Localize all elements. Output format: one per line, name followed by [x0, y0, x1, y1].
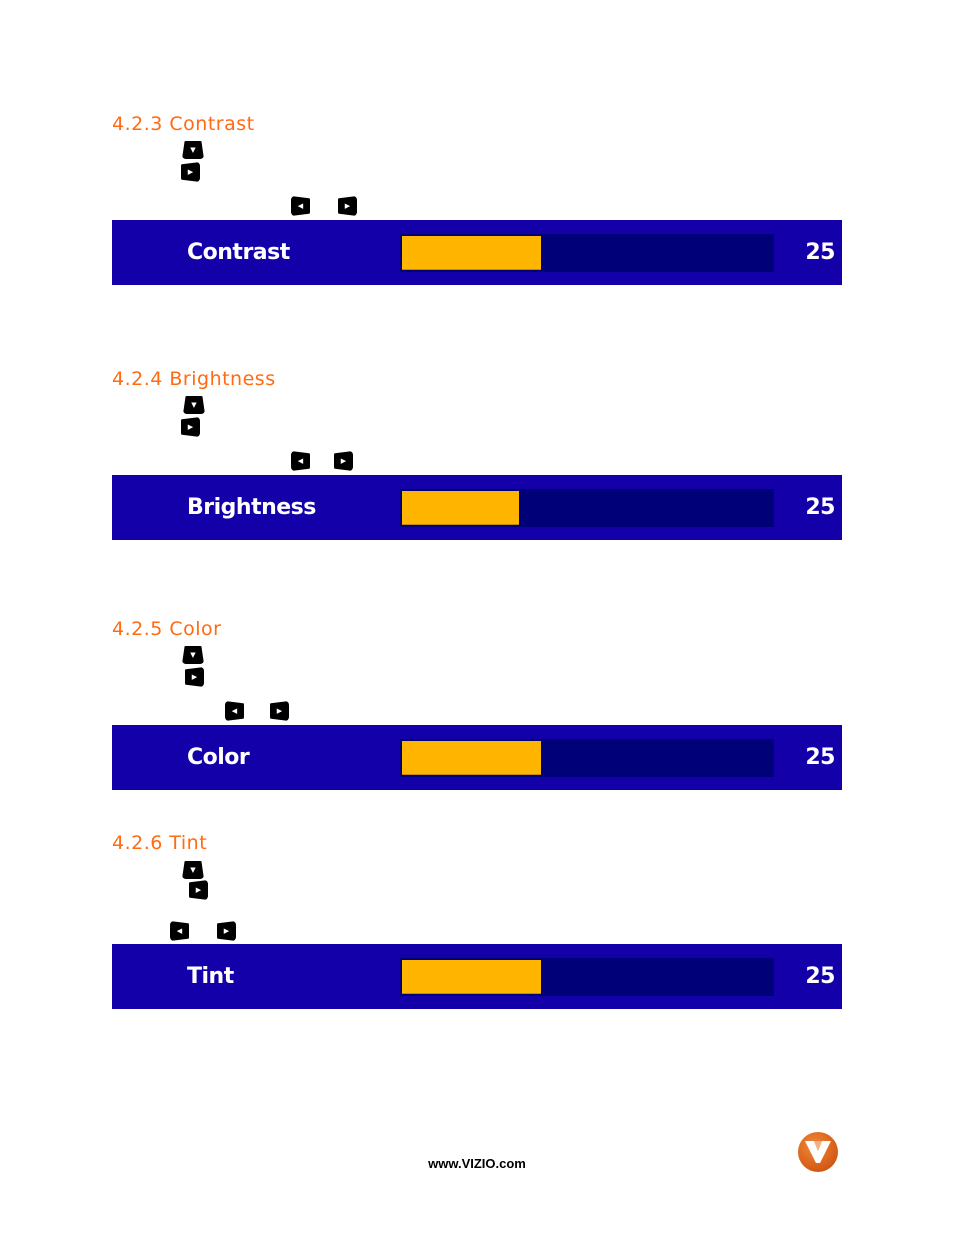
right-arrow-key-icon: ▶: [270, 701, 289, 721]
osd-slider-track[interactable]: [400, 958, 774, 996]
right-arrow-key-icon: ▶: [338, 196, 357, 216]
section-heading: 4.2.4 Brightness: [112, 368, 276, 390]
osd-slider-track[interactable]: [400, 234, 774, 272]
osd-value: 25: [805, 964, 835, 989]
vizio-logo-icon: [798, 1132, 838, 1172]
osd-label: Contrast: [187, 240, 290, 265]
right-arrow-key-icon: ▶: [217, 921, 236, 941]
osd-label: Tint: [187, 964, 234, 989]
osd-label: Brightness: [187, 495, 316, 520]
section-heading: 4.2.5 Color: [112, 618, 222, 640]
down-arrow-key-icon: ▼: [182, 861, 204, 879]
osd-tint-bar: Tint 25: [112, 944, 842, 1009]
right-arrow-key-icon: ▶: [181, 417, 200, 437]
section-heading: 4.2.3 Contrast: [112, 113, 255, 135]
osd-color-bar: Color 25: [112, 725, 842, 790]
osd-slider-fill: [402, 236, 541, 270]
osd-slider-track[interactable]: [400, 489, 774, 527]
osd-value: 25: [805, 240, 835, 265]
osd-slider-track[interactable]: [400, 739, 774, 777]
right-arrow-key-icon: ▶: [181, 162, 200, 182]
left-arrow-key-icon: ◀: [225, 701, 244, 721]
left-arrow-key-icon: ◀: [291, 451, 310, 471]
osd-slider-fill: [402, 491, 519, 525]
left-arrow-key-icon: ◀: [170, 921, 189, 941]
vizio-v-glyph-icon: [805, 1141, 831, 1163]
osd-value: 25: [805, 495, 835, 520]
down-arrow-key-icon: ▼: [182, 141, 204, 159]
osd-brightness-bar: Brightness 25: [112, 475, 842, 540]
left-arrow-key-icon: ◀: [291, 196, 310, 216]
right-arrow-key-icon: ▶: [185, 667, 204, 687]
down-arrow-key-icon: ▼: [183, 396, 205, 414]
osd-label: Color: [187, 745, 250, 770]
section-heading: 4.2.6 Tint: [112, 832, 208, 854]
right-arrow-key-icon: ▶: [334, 451, 353, 471]
osd-slider-fill: [402, 741, 541, 775]
osd-slider-fill: [402, 960, 541, 994]
osd-value: 25: [805, 745, 835, 770]
right-arrow-key-icon: ▶: [189, 880, 208, 900]
down-arrow-key-icon: ▼: [182, 646, 204, 664]
osd-contrast-bar: Contrast 25: [112, 220, 842, 285]
